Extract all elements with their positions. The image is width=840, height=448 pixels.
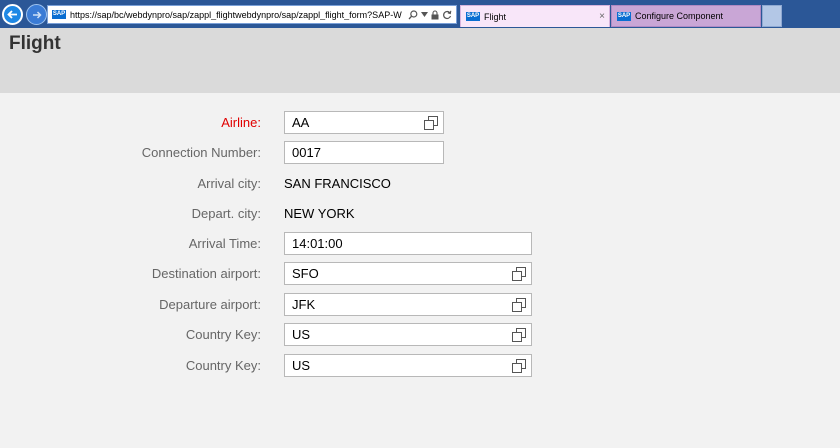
- destination-airport-row: Destination airport: SFO: [0, 262, 840, 285]
- value-help-icon[interactable]: [507, 355, 531, 376]
- country-key-row: Country Key: US: [0, 323, 840, 346]
- country-key-input[interactable]: US: [284, 323, 532, 346]
- arrival-time-input[interactable]: 14:01:00: [284, 232, 532, 255]
- departure-airport-value: JFK: [292, 297, 316, 312]
- arrival-time-row: Arrival Time: 14:01:00: [0, 232, 840, 255]
- tab-flight[interactable]: SAP Flight ×: [460, 5, 610, 27]
- country-key-label-2: Country Key:: [185, 358, 261, 373]
- tab-label: Configure Component: [635, 11, 724, 21]
- destination-airport-label: Destination airport:: [151, 266, 261, 281]
- depart-city-value: NEW YORK: [284, 206, 355, 221]
- lock-icon[interactable]: [431, 9, 439, 20]
- browser-chrome: SAP https://sap/bc/webdynpro/sap/zappl_f…: [0, 0, 840, 28]
- connection-number-label: Connection Number:: [141, 145, 261, 160]
- departure-airport-row: Departure airport: JFK: [0, 293, 840, 316]
- refresh-icon[interactable]: [442, 10, 452, 20]
- arrival-city-label: Arrival city:: [197, 176, 261, 191]
- tab-configure-component[interactable]: SAP Configure Component: [611, 5, 761, 27]
- value-help-icon[interactable]: [507, 324, 531, 345]
- value-help-icon[interactable]: [507, 294, 531, 315]
- country-key-input-2[interactable]: US: [284, 354, 532, 377]
- forward-button[interactable]: [26, 4, 47, 25]
- address-bar[interactable]: SAP https://sap/bc/webdynpro/sap/zappl_f…: [47, 5, 457, 24]
- airline-label: Airline:: [221, 115, 261, 130]
- depart-city-row: Depart. city: NEW YORK: [0, 202, 840, 225]
- address-url[interactable]: https://sap/bc/webdynpro/sap/zappl_fligh…: [70, 10, 404, 20]
- dropdown-icon[interactable]: [421, 12, 428, 17]
- airline-row: Airline: AA: [0, 111, 840, 134]
- destination-airport-value: SFO: [292, 266, 319, 281]
- back-button[interactable]: [2, 4, 23, 25]
- value-help-icon[interactable]: [507, 263, 531, 284]
- connection-number-input[interactable]: 0017: [284, 141, 444, 164]
- arrow-left-icon: [7, 10, 17, 19]
- airline-input[interactable]: AA: [284, 111, 444, 134]
- connection-number-value: 0017: [292, 145, 321, 160]
- value-help-icon[interactable]: [419, 112, 443, 133]
- arrival-city-row: Arrival city: SAN FRANCISCO: [0, 172, 840, 195]
- departure-airport-label: Departure airport:: [159, 297, 261, 312]
- depart-city-label: Depart. city:: [191, 206, 261, 221]
- sap-favicon-icon: SAP: [617, 11, 631, 21]
- tab-label: Flight: [484, 11, 507, 22]
- search-icon[interactable]: [408, 9, 418, 20]
- sap-favicon-icon: SAP: [52, 10, 66, 19]
- page-title: Flight: [9, 33, 61, 54]
- arrival-city-value: SAN FRANCISCO: [284, 176, 391, 191]
- country-key-label: Country Key:: [185, 327, 261, 342]
- arrow-right-icon: [32, 10, 42, 19]
- connection-number-row: Connection Number: 0017: [0, 141, 840, 164]
- sap-favicon-icon: SAP: [466, 12, 480, 21]
- country-key-value-2: US: [292, 358, 311, 373]
- country-key-row-2: Country Key: US: [0, 354, 840, 377]
- close-tab-icon[interactable]: ×: [595, 11, 609, 22]
- country-key-value: US: [292, 327, 311, 342]
- page-header: Flight: [0, 28, 840, 93]
- departure-airport-input[interactable]: JFK: [284, 293, 532, 316]
- new-tab-button[interactable]: [762, 5, 782, 27]
- destination-airport-input[interactable]: SFO: [284, 262, 532, 285]
- arrival-time-label: Arrival Time:: [188, 236, 261, 251]
- airline-value: AA: [292, 115, 310, 130]
- arrival-time-value: 14:01:00: [292, 236, 343, 251]
